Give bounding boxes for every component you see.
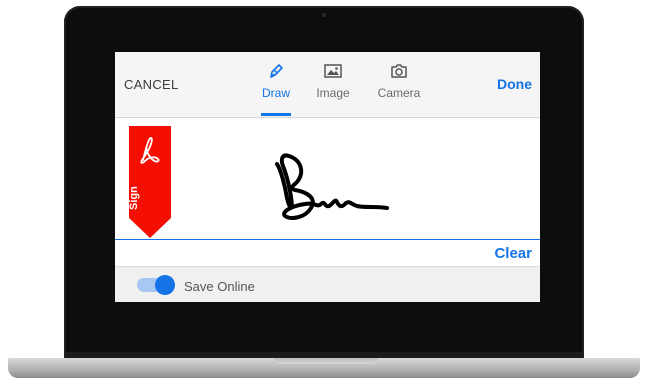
active-tab-indicator [261,113,291,116]
tab-image[interactable]: Image [313,62,353,100]
tab-camera-label: Camera [377,86,421,100]
tab-draw[interactable]: Draw [259,62,293,100]
pen-icon [270,64,283,78]
camera-icon [391,64,407,78]
tab-draw-label: Draw [261,86,290,100]
image-icon [324,64,342,78]
signature-baseline [115,239,540,240]
cancel-button[interactable]: CANCEL [124,77,179,92]
ribbon-sign-label: Sign [128,186,140,210]
tab-image-label: Image [316,86,350,100]
save-online-bar: Save Online [115,266,540,302]
signature-canvas[interactable]: Sign Clear [115,118,540,266]
dialog-toolbar: CANCEL Draw Image Camera Done [115,52,540,118]
signature-dialog: CANCEL Draw Image Camera Done Sign Clear… [115,52,540,302]
clear-button[interactable]: Clear [494,245,532,262]
tab-camera[interactable]: Camera [376,62,422,100]
webcam [322,13,326,17]
save-online-label: Save Online [184,279,255,294]
signature-stroke [275,153,389,220]
done-button[interactable]: Done [497,76,532,92]
laptop-base [8,358,640,378]
laptop-notch [274,358,378,364]
save-online-toggle[interactable] [137,275,175,295]
toggle-knob [155,275,175,295]
